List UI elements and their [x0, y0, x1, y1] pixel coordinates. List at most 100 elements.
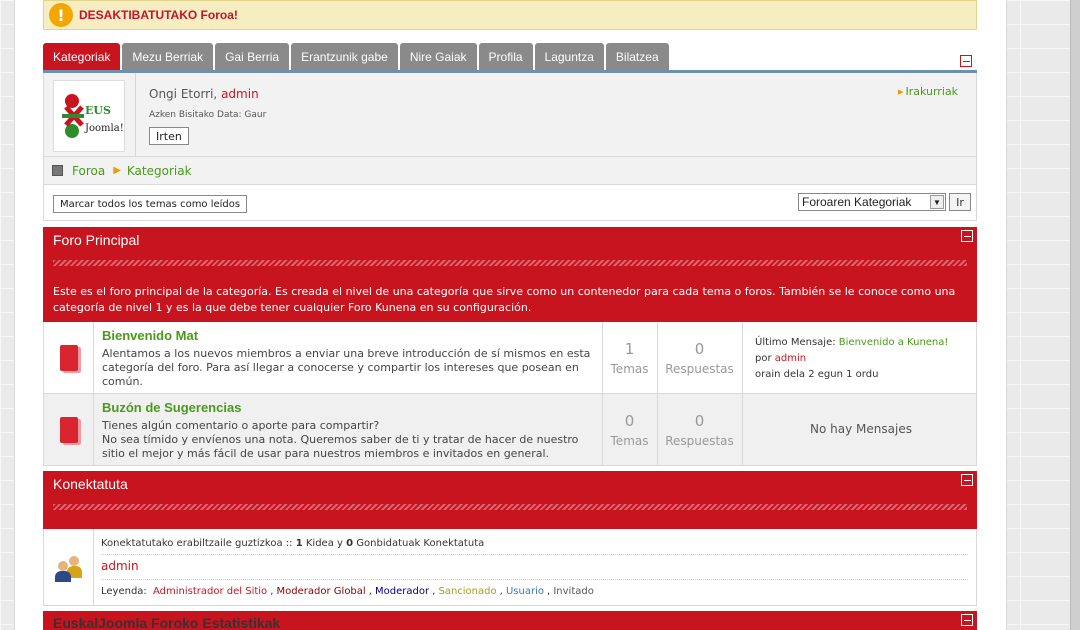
forum-info: Buzón de Sugerencias Tienes algún coment… [102, 400, 592, 461]
svg-text:Joomla!: Joomla! [84, 123, 124, 134]
collapse-profile-button[interactable] [960, 55, 972, 67]
topics-stat: 1 Temas [602, 340, 657, 376]
user-legend: Leyenda: Administrador del Sitio, Modera… [101, 586, 594, 597]
members-label: Kidea y [305, 538, 343, 549]
online-summary-prefix: Konektatutako erabiltzaile guztizkoa :: [101, 538, 293, 549]
tab-nire-gaiak[interactable]: Nire Gaiak [399, 43, 477, 71]
guests-label: Gonbidatuak Konektatuta [356, 538, 485, 549]
forum-folder-icon [59, 416, 78, 443]
online-icon-cell [44, 529, 94, 606]
no-messages-text: No hay Mensajes [810, 422, 912, 436]
forum-title[interactable]: Buzón de Sugerencias [102, 400, 592, 415]
online-title: Konektatuta [53, 476, 128, 492]
online-header: Konektatuta [43, 471, 977, 529]
last-visit-date: Azken Bisitako Data: Gaur [149, 110, 267, 120]
category-description: Este es el foro principal de la categorí… [53, 285, 956, 314]
legend-global-moderator: Moderador Global [276, 586, 366, 597]
dotted-divider [101, 554, 968, 555]
forum-info: Bienvenido Mat Alentamos a los nuevos mi… [102, 328, 592, 389]
welcome-message: Ongi Etorri, admin [149, 87, 259, 101]
profile-box: EUS Joomla! Ongi Etorri, admin Azken Bis… [43, 73, 977, 157]
welcome-username[interactable]: admin [221, 87, 259, 101]
by-label: por [755, 353, 772, 364]
tab-profila[interactable]: Profila [478, 43, 533, 71]
forum-description: Tienes algún comentario o aporte para co… [102, 419, 579, 460]
replies-count: 0 [694, 412, 705, 430]
forum-title[interactable]: Bienvenido Mat [102, 328, 592, 343]
tab-erantzunik-gabe[interactable]: Erantzunik gabe [291, 43, 398, 71]
replies-label: Respuestas [665, 434, 734, 448]
go-button[interactable]: Ir [949, 193, 971, 211]
breadcrumb-current[interactable]: Kategoriak [127, 164, 192, 178]
dotted-divider [101, 579, 968, 580]
last-post-link[interactable]: Bienvenido a Kunena! [839, 337, 949, 348]
legend-label: Leyenda: [101, 586, 147, 597]
forum-icon-cell [44, 322, 94, 393]
forum-folder-icon [59, 344, 78, 371]
online-users-box: Konektatutako erabiltzaile guztizkoa :: … [43, 529, 977, 606]
logout-button[interactable]: Irten [149, 127, 189, 145]
main-menu-tabs: Kategoriak Mezu Berriak Gai Berria Erant… [43, 43, 671, 71]
members-count: 1 [295, 538, 303, 549]
forum-disabled-alert: ! DESAKTIBATUTAKO Foroa! [43, 0, 977, 30]
last-post-label: Último Mensaje: [755, 337, 836, 348]
actions-bar: Marcar todos los temas como leídos Foroa… [43, 185, 977, 221]
tab-bilatzea[interactable]: Bilatzea [605, 43, 669, 71]
legend-banned: Sancionado [438, 586, 497, 597]
category-select[interactable]: Foroaren Kategoriak ▼ [798, 193, 946, 211]
topics-stat: 0 Temas [602, 412, 657, 448]
topics-count: 1 [624, 340, 635, 358]
legend-user: Usuario [505, 586, 544, 597]
tab-kategoriak[interactable]: Kategoriak [43, 43, 121, 71]
site-logo: EUS Joomla! [53, 80, 125, 152]
legend-admin: Administrador del Sitio [153, 586, 268, 597]
legend-guest: Invitado [553, 586, 594, 597]
forum-icon-cell [44, 394, 94, 465]
replies-label: Respuestas [665, 362, 734, 376]
topics-label: Temas [610, 362, 649, 376]
profile-divider [135, 73, 136, 157]
forum-row: Bienvenido Mat Alentamos a los nuevos mi… [43, 322, 977, 394]
tab-mezu-berriak[interactable]: Mezu Berriak [122, 43, 214, 71]
users-icon [54, 553, 84, 583]
guests-count: 0 [346, 538, 354, 549]
category-select-value: Foroaren Kategoriak [802, 195, 912, 209]
home-square-icon [52, 165, 63, 176]
category-title[interactable]: Foro Principal [53, 232, 139, 248]
warning-icon: ! [49, 3, 73, 27]
forum-row: Buzón de Sugerencias Tienes algún coment… [43, 394, 977, 466]
last-post-info: Último Mensaje: Bienvenido a Kunena! por… [755, 335, 948, 383]
topics-label: Temas [610, 434, 649, 448]
breadcrumb: Foroa ▶ Kategoriak [43, 157, 977, 185]
tab-gai-berria[interactable]: Gai Berria [215, 43, 290, 71]
forum-description: Alentamos a los nuevos miembros a enviar… [102, 347, 591, 388]
breadcrumb-arrow-icon: ▶ [113, 165, 121, 176]
online-user-link[interactable]: admin [101, 559, 139, 573]
decorative-stripe [53, 260, 967, 266]
chevron-down-icon[interactable]: ▼ [930, 195, 944, 209]
collapse-online-button[interactable] [961, 474, 973, 486]
stats-header: EuskalJoomla Foroko Estatistikak [43, 611, 977, 630]
replies-stat: 0 Respuestas [657, 412, 742, 448]
unread-link[interactable]: Irakurriak [898, 85, 958, 98]
collapse-stats-button[interactable] [961, 614, 973, 626]
replies-stat: 0 Respuestas [657, 340, 742, 376]
tab-laguntza[interactable]: Laguntza [534, 43, 604, 71]
alert-text: DESAKTIBATUTAKO Foroa! [79, 8, 238, 22]
column-divider [742, 394, 743, 465]
column-divider [742, 322, 743, 393]
window-scrollbar[interactable] [1070, 0, 1080, 630]
last-post-author[interactable]: admin [775, 353, 806, 364]
topics-count: 0 [624, 412, 635, 430]
mark-all-read-button[interactable]: Marcar todos los temas como leídos [53, 195, 248, 213]
welcome-prefix: Ongi Etorri, [149, 87, 218, 101]
collapse-category-button[interactable] [961, 230, 973, 242]
svg-text:EUS: EUS [85, 104, 111, 117]
last-post-time: orain dela 2 egun 1 ordu [755, 369, 879, 380]
breadcrumb-home[interactable]: Foroa [72, 164, 105, 178]
decorative-stripe [53, 504, 967, 510]
replies-count: 0 [694, 340, 705, 358]
joomla-logo-icon: EUS Joomla! [62, 94, 124, 138]
page-container: ! DESAKTIBATUTAKO Foroa! Kategoriak Mezu… [14, 0, 1007, 630]
online-summary: Konektatutako erabiltzaile guztizkoa :: … [101, 538, 484, 549]
